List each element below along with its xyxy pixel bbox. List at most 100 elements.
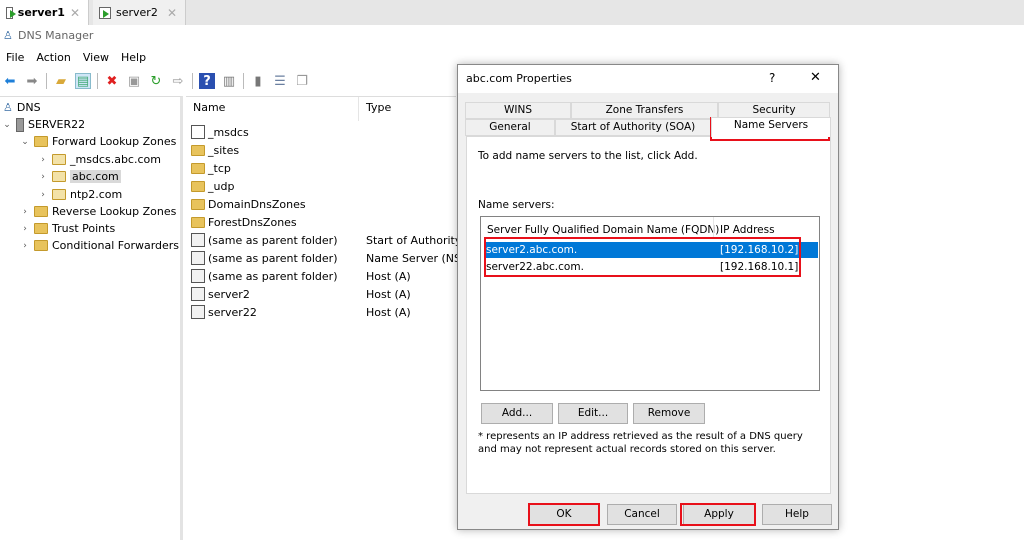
record-name: DomainDnsZones [208,197,306,211]
zone-icon [52,154,66,165]
tab-soa[interactable]: Start of Authority (SOA) [555,119,711,136]
vm-tab-label: server2 [116,6,158,19]
record-type: Name Server (NS) [366,251,466,265]
list-item[interactable]: _tcp [191,159,231,177]
close-icon[interactable]: ✕ [810,70,821,85]
instruction-text: To add name servers to the list, click A… [478,150,698,162]
list-item[interactable]: _sites [191,141,239,159]
chevron-right-icon[interactable]: › [38,190,48,200]
dialog-title-bar: abc.com Properties ? ✕ [458,65,838,93]
column-header-fqdn[interactable]: Server Fully Qualified Domain Name (FQDN… [487,224,719,236]
column-header-type[interactable]: Type [366,101,391,114]
name-server-row[interactable]: server2.abc.com. [192.168.10.2] [485,242,818,258]
properties-dialog: abc.com Properties ? ✕ WINS Zone Transfe… [457,64,839,530]
tab-name-servers[interactable]: Name Servers [711,117,831,137]
menu-view[interactable]: View [77,49,115,66]
console-tree: ♙ DNS ⌄ SERVER22 ⌄ Forward Lookup Zones › _m… [0,96,183,540]
list-item[interactable]: _udp [191,177,234,195]
list-item[interactable]: (same as parent folder) Start of Authorit… [191,231,461,249]
up-folder-icon[interactable]: ▰ [53,73,69,89]
record-name: (same as parent folder) [208,233,338,247]
tree-item-abc-com[interactable]: › abc.com [38,168,121,185]
add-button[interactable]: Add... [481,403,553,424]
ok-button[interactable]: OK [529,504,599,525]
toolbar: ⬅ ➡ ▰ ▤ ✖ ▣ ↻ ⇨ ? ▥ ▮ ☰ ❐ [0,70,310,92]
column-header-ip[interactable]: IP Address [720,224,775,236]
folder-icon [191,180,205,192]
help-button[interactable]: Help [762,504,832,525]
delete-icon[interactable]: ✖ [104,73,120,89]
tree-item-msdcs-zone[interactable]: › _msdcs.abc.com [38,151,161,168]
menu-help[interactable]: Help [115,49,152,66]
apply-button[interactable]: Apply [683,504,755,525]
close-icon[interactable]: ✕ [70,6,80,20]
vm-tab-label: server1 [17,6,65,19]
edit-button[interactable]: Edit... [558,403,628,424]
tab-zone-transfers[interactable]: Zone Transfers [571,102,718,119]
folder-icon [191,144,205,156]
name-servers-listbox[interactable]: Server Fully Qualified Domain Name (FQDN… [480,216,820,391]
record-icon [191,269,205,283]
tree-item-dns[interactable]: ♙ DNS [3,99,41,116]
chevron-right-icon[interactable]: › [20,224,30,234]
menu-action[interactable]: Action [30,49,76,66]
tab-general[interactable]: General [465,119,555,136]
folder-icon [191,216,205,228]
folder-icon [34,240,48,251]
zone-icon[interactable]: ☰ [272,73,288,89]
record-type: Start of Authority [366,233,462,247]
record-name: _tcp [208,161,231,175]
show-console-tree-icon[interactable]: ▤ [75,73,91,89]
refresh-icon[interactable]: ↻ [148,73,164,89]
chevron-right-icon[interactable]: › [38,172,48,182]
list-item[interactable]: (same as parent folder) Host (A) [191,267,411,285]
vm-tab-server2[interactable]: server2 ✕ [93,0,186,25]
properties-icon[interactable]: ▣ [126,73,142,89]
record-name: server2 [208,287,250,301]
tree-item-ntp2-com[interactable]: › ntp2.com [38,186,122,203]
tree-item-trust-points[interactable]: › Trust Points [20,220,115,237]
chevron-right-icon[interactable]: › [20,241,30,251]
tree-item-forward-lookup-zones[interactable]: ⌄ Forward Lookup Zones [20,133,176,150]
folder-icon [34,206,48,217]
zone-icon [191,125,205,139]
record-name: _msdcs [208,125,249,139]
app-title: DNS Manager [18,29,94,42]
menu-file[interactable]: File [0,49,30,66]
list-item[interactable]: _msdcs [191,123,249,141]
tree-item-reverse-lookup-zones[interactable]: › Reverse Lookup Zones [20,203,176,220]
list-item[interactable]: server2 Host (A) [191,285,411,303]
remove-button[interactable]: Remove [633,403,705,424]
note-text: * represents an IP address retrieved as … [478,431,803,455]
help-icon[interactable]: ? [199,73,215,89]
vm-tab-server1[interactable]: server1 ✕ [0,0,89,25]
record-icon [191,287,205,301]
tab-wins[interactable]: WINS [465,102,571,119]
tree-item-server22[interactable]: ⌄ SERVER22 [2,116,85,133]
column-header-name[interactable]: Name [193,101,225,114]
help-icon[interactable]: ? [769,71,775,85]
chevron-down-icon[interactable]: ⌄ [2,120,12,130]
action-pane-icon[interactable]: ▥ [221,73,237,89]
chevron-right-icon[interactable]: › [20,207,30,217]
copy-icon[interactable]: ❐ [294,73,310,89]
list-item[interactable]: server22 Host (A) [191,303,411,321]
dialog-title: abc.com Properties [466,72,572,85]
name-servers-label: Name servers: [478,199,555,211]
list-item[interactable]: ForestDnsZones [191,213,297,231]
tree-item-conditional-forwarders[interactable]: › Conditional Forwarders [20,237,179,254]
server-icon[interactable]: ▮ [250,73,266,89]
dns-icon: ♙ [3,101,13,114]
chevron-right-icon[interactable]: › [38,155,48,165]
export-icon[interactable]: ⇨ [170,73,186,89]
name-server-row[interactable]: server22.abc.com. [192.168.10.1] [485,259,818,275]
back-icon[interactable]: ⬅ [2,73,18,89]
cancel-button[interactable]: Cancel [607,504,677,525]
close-icon[interactable]: ✕ [167,6,177,20]
list-item[interactable]: (same as parent folder) Name Server (NS) [191,249,465,267]
forward-icon[interactable]: ➡ [24,73,40,89]
list-item[interactable]: DomainDnsZones [191,195,306,213]
chevron-down-icon[interactable]: ⌄ [20,137,30,147]
record-type: Host (A) [366,269,411,283]
server-icon [16,117,24,132]
